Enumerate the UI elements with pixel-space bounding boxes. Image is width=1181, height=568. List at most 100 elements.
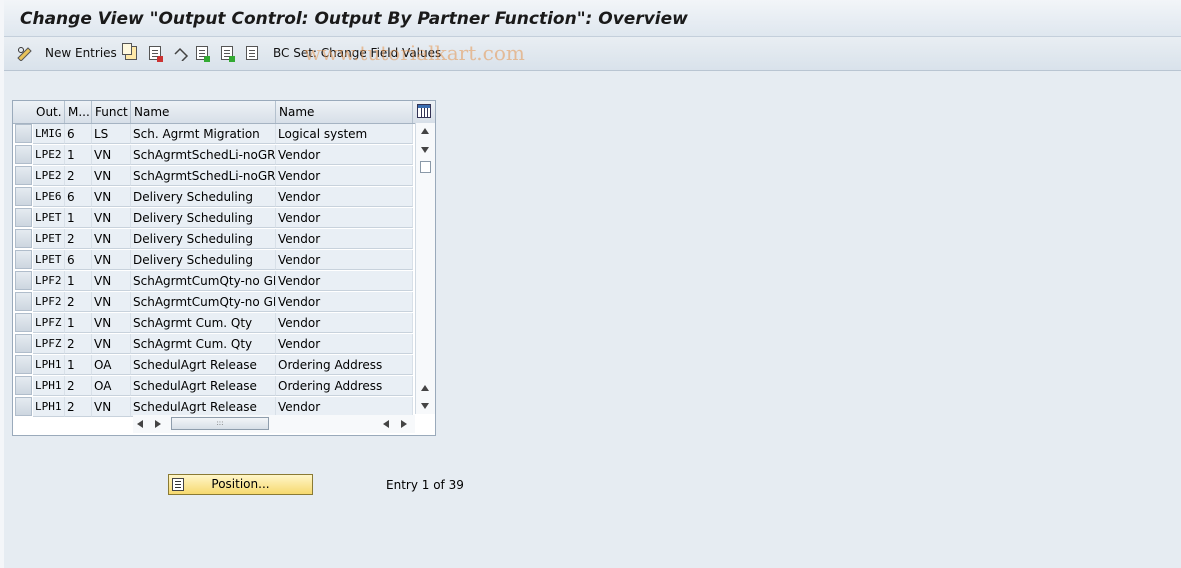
- copy-icon: [122, 43, 137, 60]
- scroll-up-icon[interactable]: [421, 128, 429, 134]
- cell-function: VN: [92, 166, 131, 186]
- select-all-button[interactable]: [196, 45, 210, 62]
- cell-medium: 1: [65, 271, 92, 291]
- cell-output-type: LPET: [33, 229, 65, 249]
- cell-partner-name: Vendor: [276, 313, 413, 333]
- cell-name: SchAgrmtSchedLi-noGR: [131, 166, 276, 186]
- new-entries-label: New Entries: [45, 46, 117, 60]
- undo-change-button[interactable]: [172, 45, 190, 61]
- horizontal-scrollbar[interactable]: :::: [133, 415, 415, 433]
- row-selector[interactable]: [15, 355, 32, 374]
- row-selector[interactable]: [15, 208, 32, 227]
- table-row[interactable]: LPF2 2 VN SchAgrmtCumQty-no GR Vendor: [33, 292, 413, 313]
- row-selector[interactable]: [15, 229, 32, 248]
- deselect-all-button[interactable]: [246, 45, 258, 61]
- bc-set-change-field-values-button[interactable]: BC Set: Change Field Values: [273, 45, 441, 61]
- table-row[interactable]: LPFZ 1 VN SchAgrmt Cum. Qty Vendor: [33, 313, 413, 334]
- cell-name: Sch. Agrmt Migration: [131, 124, 276, 144]
- select-block-button[interactable]: [221, 45, 235, 62]
- bc-set-label: BC Set: Change Field Values: [273, 46, 442, 60]
- horizontal-scroll-thumb[interactable]: :::: [171, 417, 269, 430]
- cell-function: VN: [92, 271, 131, 291]
- table-row[interactable]: LPF2 1 VN SchAgrmtCumQty-no GR Vendor: [33, 271, 413, 292]
- table-row[interactable]: LPET 2 VN Delivery Scheduling Vendor: [33, 229, 413, 250]
- cell-function: VN: [92, 187, 131, 207]
- cell-function: OA: [92, 355, 131, 375]
- cell-name: Delivery Scheduling: [131, 229, 276, 249]
- cell-output-type: LPE2: [33, 166, 65, 186]
- cell-partner-name: Vendor: [276, 166, 413, 186]
- row-selector[interactable]: [15, 313, 32, 332]
- table-settings-icon[interactable]: [417, 104, 431, 118]
- table-row[interactable]: LMIG 6 LS Sch. Agrmt Migration Logical syste…: [33, 124, 413, 145]
- column-header-function[interactable]: Funct: [92, 101, 131, 123]
- cell-name: SchedulAgrt Release: [131, 376, 276, 396]
- cell-function: VN: [92, 334, 131, 354]
- cell-name: SchAgrmtSchedLi-noGR: [131, 145, 276, 165]
- row-selector[interactable]: [15, 187, 32, 206]
- row-selector[interactable]: [15, 145, 32, 164]
- column-header-medium[interactable]: M...: [65, 101, 92, 123]
- row-selector[interactable]: [15, 292, 32, 311]
- cell-partner-name: Ordering Address: [276, 376, 413, 396]
- table-row[interactable]: LPH1 2 OA SchedulAgrt Release Ordering Addre…: [33, 376, 413, 397]
- scroll-left-icon[interactable]: [137, 420, 143, 428]
- position-button[interactable]: Position...: [168, 474, 313, 495]
- cell-name: Delivery Scheduling: [131, 187, 276, 207]
- cell-output-type: LPET: [33, 208, 65, 228]
- display-change-button[interactable]: [16, 45, 34, 61]
- row-selector[interactable]: [15, 166, 32, 185]
- cell-medium: 6: [65, 250, 92, 270]
- row-selector[interactable]: [15, 250, 32, 269]
- cell-output-type: LPF2: [33, 292, 65, 312]
- column-header-output-type[interactable]: Out.: [33, 101, 65, 123]
- table-row[interactable]: LPE2 2 VN SchAgrmtSchedLi-noGR Vendor: [33, 166, 413, 187]
- table-header: Out. M... Funct Name Name: [13, 101, 435, 124]
- scroll-right-icon[interactable]: [155, 420, 161, 428]
- table-row[interactable]: LPH1 1 OA SchedulAgrt Release Ordering Addre…: [33, 355, 413, 376]
- page-title: Change View "Output Control: Output By P…: [20, 9, 688, 29]
- copy-button[interactable]: [122, 43, 137, 61]
- cell-medium: 1: [65, 208, 92, 228]
- row-selector[interactable]: [15, 124, 32, 143]
- cell-output-type: LPE6: [33, 187, 65, 207]
- cell-medium: 6: [65, 187, 92, 207]
- output-partner-table: Out. M... Funct Name Name LMIG 6 LS Sch. Ag…: [12, 100, 436, 436]
- vertical-scrollbar[interactable]: [415, 123, 435, 414]
- cell-output-type: LPE2: [33, 145, 65, 165]
- row-selector[interactable]: [15, 376, 32, 395]
- column-header-name[interactable]: Name: [131, 101, 276, 123]
- cell-partner-name: Vendor: [276, 229, 413, 249]
- cell-medium: 1: [65, 145, 92, 165]
- cell-partner-name: Logical system: [276, 124, 413, 144]
- cell-medium: 2: [65, 376, 92, 396]
- table-row[interactable]: LPET 6 VN Delivery Scheduling Vendor: [33, 250, 413, 271]
- cell-function: VN: [92, 313, 131, 333]
- cell-output-type: LPH1: [33, 397, 65, 417]
- scroll-right-end-icon[interactable]: [401, 420, 407, 428]
- row-selector[interactable]: [15, 397, 32, 416]
- table-row[interactable]: LPFZ 2 VN SchAgrmt Cum. Qty Vendor: [33, 334, 413, 355]
- table-row[interactable]: LPET 1 VN Delivery Scheduling Vendor: [33, 208, 413, 229]
- cell-partner-name: Vendor: [276, 187, 413, 207]
- scroll-left-end-icon[interactable]: [383, 420, 389, 428]
- cell-output-type: LPFZ: [33, 334, 65, 354]
- scroll-page-down-icon[interactable]: [421, 147, 429, 153]
- scroll-thumb[interactable]: [420, 161, 431, 173]
- row-selector[interactable]: [15, 271, 32, 290]
- cell-medium: 1: [65, 313, 92, 333]
- column-header-name-2[interactable]: Name: [276, 101, 413, 123]
- cell-partner-name: Vendor: [276, 334, 413, 354]
- row-selector[interactable]: [15, 334, 32, 353]
- scroll-down-icon[interactable]: [421, 403, 429, 409]
- new-entries-button[interactable]: New Entries: [45, 45, 117, 61]
- table-row[interactable]: LPE2 1 VN SchAgrmtSchedLi-noGR Vendor: [33, 145, 413, 166]
- delete-button[interactable]: [149, 45, 163, 62]
- table-row[interactable]: LPE6 6 VN Delivery Scheduling Vendor: [33, 187, 413, 208]
- cell-output-type: LPF2: [33, 271, 65, 291]
- scroll-page-up-icon[interactable]: [421, 385, 429, 391]
- deselect-all-icon: [246, 46, 258, 60]
- cell-partner-name: Vendor: [276, 271, 413, 291]
- cell-output-type: LPET: [33, 250, 65, 270]
- cell-function: VN: [92, 208, 131, 228]
